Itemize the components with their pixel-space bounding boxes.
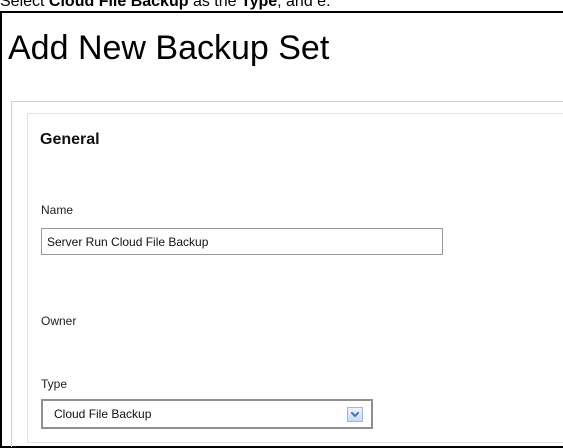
name-label: Name — [41, 203, 74, 217]
document-text-bold-type-label: Type — [240, 0, 278, 10]
owner-label: Owner — [41, 314, 77, 328]
chevron-down-icon[interactable] — [347, 407, 363, 422]
document-text-part: , and e. — [277, 0, 331, 10]
name-input[interactable] — [41, 228, 443, 255]
document-text-part: as the — [188, 0, 241, 10]
document-text-bold-type-value: Cloud File Backup — [48, 0, 189, 10]
type-select[interactable]: Cloud File Backup — [41, 399, 373, 429]
section-heading-general: General — [40, 131, 100, 148]
page-title: Add New Backup Set — [8, 29, 330, 67]
type-selected-value: Cloud File Backup — [54, 407, 152, 421]
document-instruction-text: Select Cloud File Backup as the Type, an… — [0, 0, 563, 11]
chevron-down-icon-svg — [351, 412, 359, 417]
general-panel: General Name Owner Type Cloud File Backu… — [27, 113, 563, 443]
type-label: Type — [41, 377, 68, 391]
document-text-part: Select — [0, 0, 49, 10]
screenshot-frame: Add New Backup Set General Name Owner Ty… — [0, 11, 563, 448]
